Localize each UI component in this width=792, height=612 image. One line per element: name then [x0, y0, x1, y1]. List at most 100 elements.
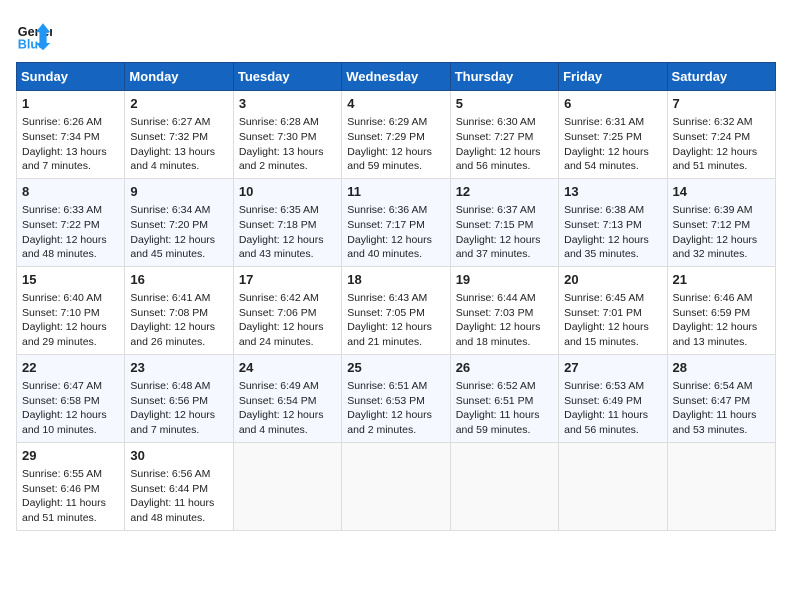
day-number: 18 [347, 271, 444, 289]
col-header-monday: Monday [125, 63, 233, 91]
cell-text: Sunrise: 6:51 AM Sunset: 6:53 PM Dayligh… [347, 380, 432, 436]
calendar-cell: 22 Sunrise: 6:47 AM Sunset: 6:58 PM Dayli… [17, 354, 125, 442]
day-number: 10 [239, 183, 336, 201]
calendar-cell: 1 Sunrise: 6:26 AM Sunset: 7:34 PM Daylig… [17, 91, 125, 179]
day-number: 26 [456, 359, 553, 377]
calendar-cell: 24 Sunrise: 6:49 AM Sunset: 6:54 PM Dayli… [233, 354, 341, 442]
cell-text: Sunrise: 6:37 AM Sunset: 7:15 PM Dayligh… [456, 204, 541, 260]
calendar-cell: 13 Sunrise: 6:38 AM Sunset: 7:13 PM Dayli… [559, 178, 667, 266]
col-header-sunday: Sunday [17, 63, 125, 91]
calendar-cell: 28 Sunrise: 6:54 AM Sunset: 6:47 PM Dayli… [667, 354, 775, 442]
calendar-cell: 9Sunrise: 6:34 AM Sunset: 7:20 PM Daylig… [125, 178, 233, 266]
calendar-cell: 8 Sunrise: 6:33 AM Sunset: 7:22 PM Daylig… [17, 178, 125, 266]
day-number: 20 [564, 271, 661, 289]
col-header-wednesday: Wednesday [342, 63, 450, 91]
cell-text: Sunrise: 6:28 AM Sunset: 7:30 PM Dayligh… [239, 116, 324, 172]
cell-text: Sunrise: 6:32 AM Sunset: 7:24 PM Dayligh… [673, 116, 758, 172]
cell-text: Sunrise: 6:44 AM Sunset: 7:03 PM Dayligh… [456, 292, 541, 348]
calendar-cell [233, 442, 341, 530]
cell-text: Sunrise: 6:41 AM Sunset: 7:08 PM Dayligh… [130, 292, 215, 348]
day-number: 22 [22, 359, 119, 377]
day-number: 16 [130, 271, 227, 289]
day-number: 11 [347, 183, 444, 201]
day-number: 1 [22, 95, 119, 113]
calendar-cell: 20Sunrise: 6:45 AM Sunset: 7:01 PM Dayli… [559, 266, 667, 354]
cell-text: Sunrise: 6:27 AM Sunset: 7:32 PM Dayligh… [130, 116, 215, 172]
cell-text: Sunrise: 6:46 AM Sunset: 6:59 PM Dayligh… [673, 292, 758, 348]
cell-text: Sunrise: 6:43 AM Sunset: 7:05 PM Dayligh… [347, 292, 432, 348]
calendar-cell: 10 Sunrise: 6:35 AM Sunset: 7:18 PM Dayli… [233, 178, 341, 266]
day-number: 17 [239, 271, 336, 289]
calendar-cell: 29Sunrise: 6:55 AM Sunset: 6:46 PM Dayli… [17, 442, 125, 530]
calendar-cell: 16 Sunrise: 6:41 AM Sunset: 7:08 PM Dayli… [125, 266, 233, 354]
cell-text: Sunrise: 6:34 AM Sunset: 7:20 PM Dayligh… [130, 204, 215, 260]
page-header: General Blue [16, 16, 776, 52]
cell-text: Sunrise: 6:48 AM Sunset: 6:56 PM Dayligh… [130, 380, 215, 436]
calendar-cell: 25 Sunrise: 6:51 AM Sunset: 6:53 PM Dayli… [342, 354, 450, 442]
week-row-4: 22 Sunrise: 6:47 AM Sunset: 6:58 PM Dayli… [17, 354, 776, 442]
calendar-cell: 18 Sunrise: 6:43 AM Sunset: 7:05 PM Dayli… [342, 266, 450, 354]
cell-text: Sunrise: 6:40 AM Sunset: 7:10 PM Dayligh… [22, 292, 107, 348]
day-number: 12 [456, 183, 553, 201]
day-number: 25 [347, 359, 444, 377]
day-number: 13 [564, 183, 661, 201]
cell-text: Sunrise: 6:35 AM Sunset: 7:18 PM Dayligh… [239, 204, 324, 260]
cell-text: Sunrise: 6:42 AM Sunset: 7:06 PM Dayligh… [239, 292, 324, 348]
cell-text: Sunrise: 6:55 AM Sunset: 6:46 PM Dayligh… [22, 468, 106, 524]
day-number: 6 [564, 95, 661, 113]
calendar-cell [450, 442, 558, 530]
cell-text: Sunrise: 6:54 AM Sunset: 6:47 PM Dayligh… [673, 380, 757, 436]
cell-text: Sunrise: 6:29 AM Sunset: 7:29 PM Dayligh… [347, 116, 432, 172]
calendar-cell: 7Sunrise: 6:32 AM Sunset: 7:24 PM Daylig… [667, 91, 775, 179]
calendar-cell: 19 Sunrise: 6:44 AM Sunset: 7:03 PM Dayli… [450, 266, 558, 354]
header-row: SundayMondayTuesdayWednesdayThursdayFrid… [17, 63, 776, 91]
cell-text: Sunrise: 6:47 AM Sunset: 6:58 PM Dayligh… [22, 380, 107, 436]
day-number: 23 [130, 359, 227, 377]
calendar-cell: 26 Sunrise: 6:52 AM Sunset: 6:51 PM Dayli… [450, 354, 558, 442]
calendar-cell: 21 Sunrise: 6:46 AM Sunset: 6:59 PM Dayli… [667, 266, 775, 354]
calendar-cell: 23 Sunrise: 6:48 AM Sunset: 6:56 PM Dayli… [125, 354, 233, 442]
calendar-cell: 4 Sunrise: 6:29 AM Sunset: 7:29 PM Daylig… [342, 91, 450, 179]
week-row-1: 1 Sunrise: 6:26 AM Sunset: 7:34 PM Daylig… [17, 91, 776, 179]
cell-text: Sunrise: 6:36 AM Sunset: 7:17 PM Dayligh… [347, 204, 432, 260]
logo: General Blue [16, 16, 52, 52]
calendar-cell [559, 442, 667, 530]
cell-text: Sunrise: 6:26 AM Sunset: 7:34 PM Dayligh… [22, 116, 107, 172]
cell-text: Sunrise: 6:30 AM Sunset: 7:27 PM Dayligh… [456, 116, 541, 172]
cell-text: Sunrise: 6:52 AM Sunset: 6:51 PM Dayligh… [456, 380, 540, 436]
logo-icon: General Blue [16, 16, 52, 52]
col-header-saturday: Saturday [667, 63, 775, 91]
calendar-cell: 2Sunrise: 6:27 AM Sunset: 7:32 PM Daylig… [125, 91, 233, 179]
day-number: 14 [673, 183, 770, 201]
calendar-cell: 15 Sunrise: 6:40 AM Sunset: 7:10 PM Dayli… [17, 266, 125, 354]
day-number: 15 [22, 271, 119, 289]
day-number: 3 [239, 95, 336, 113]
week-row-2: 8 Sunrise: 6:33 AM Sunset: 7:22 PM Daylig… [17, 178, 776, 266]
day-number: 21 [673, 271, 770, 289]
day-number: 28 [673, 359, 770, 377]
cell-text: Sunrise: 6:49 AM Sunset: 6:54 PM Dayligh… [239, 380, 324, 436]
calendar-cell: 30Sunrise: 6:56 AM Sunset: 6:44 PM Dayli… [125, 442, 233, 530]
day-number: 19 [456, 271, 553, 289]
calendar-cell [342, 442, 450, 530]
day-number: 4 [347, 95, 444, 113]
col-header-friday: Friday [559, 63, 667, 91]
cell-text: Sunrise: 6:39 AM Sunset: 7:12 PM Dayligh… [673, 204, 758, 260]
calendar-cell: 14 Sunrise: 6:39 AM Sunset: 7:12 PM Dayli… [667, 178, 775, 266]
col-header-thursday: Thursday [450, 63, 558, 91]
cell-text: Sunrise: 6:38 AM Sunset: 7:13 PM Dayligh… [564, 204, 649, 260]
cell-text: Sunrise: 6:33 AM Sunset: 7:22 PM Dayligh… [22, 204, 107, 260]
cell-text: Sunrise: 6:56 AM Sunset: 6:44 PM Dayligh… [130, 468, 214, 524]
cell-text: Sunrise: 6:31 AM Sunset: 7:25 PM Dayligh… [564, 116, 649, 172]
day-number: 8 [22, 183, 119, 201]
calendar-cell: 5Sunrise: 6:30 AM Sunset: 7:27 PM Daylig… [450, 91, 558, 179]
calendar-cell: 17 Sunrise: 6:42 AM Sunset: 7:06 PM Dayli… [233, 266, 341, 354]
cell-text: Sunrise: 6:53 AM Sunset: 6:49 PM Dayligh… [564, 380, 648, 436]
day-number: 24 [239, 359, 336, 377]
week-row-5: 29Sunrise: 6:55 AM Sunset: 6:46 PM Dayli… [17, 442, 776, 530]
calendar-cell: 3 Sunrise: 6:28 AM Sunset: 7:30 PM Daylig… [233, 91, 341, 179]
calendar-cell [667, 442, 775, 530]
calendar-table: SundayMondayTuesdayWednesdayThursdayFrid… [16, 62, 776, 531]
calendar-cell: 11 Sunrise: 6:36 AM Sunset: 7:17 PM Dayli… [342, 178, 450, 266]
week-row-3: 15 Sunrise: 6:40 AM Sunset: 7:10 PM Dayli… [17, 266, 776, 354]
